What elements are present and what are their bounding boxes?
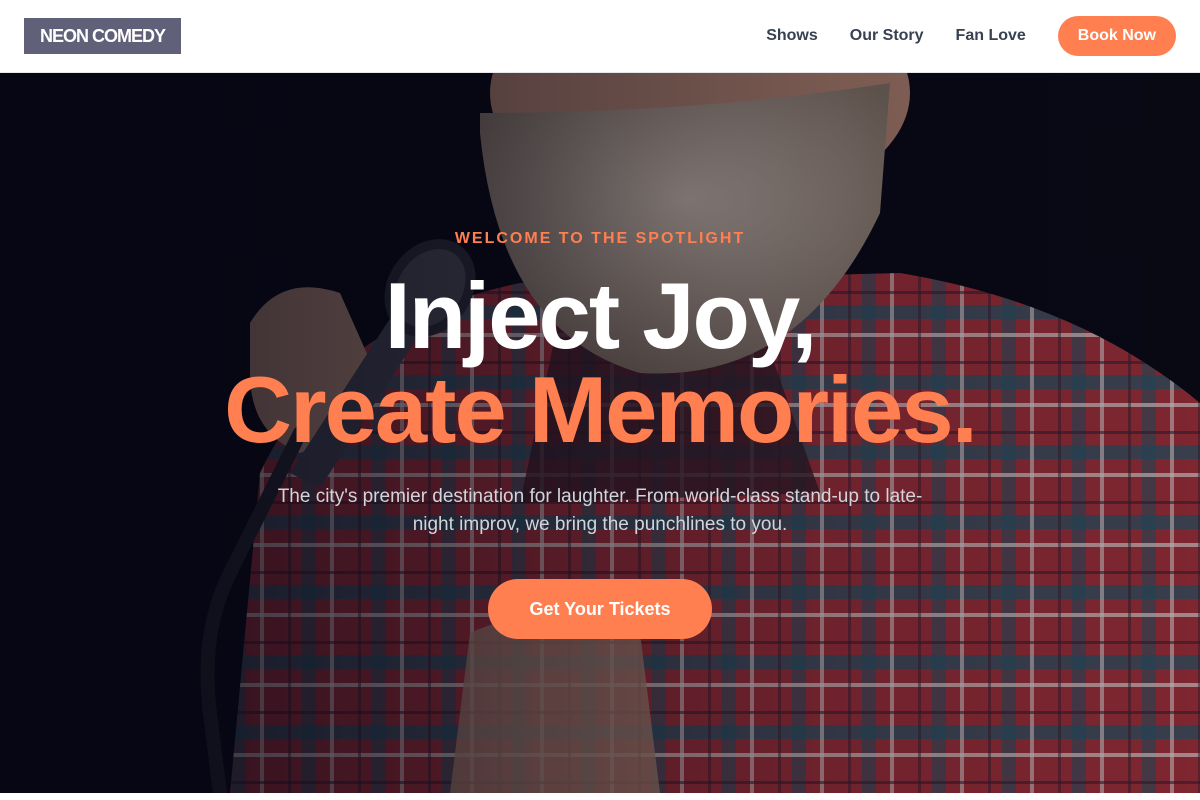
headline-line-2: Create Memories.	[224, 357, 978, 462]
site-header: NEON COMEDY Shows Our Story Fan Love Boo…	[0, 0, 1200, 73]
hero-headline: Inject Joy, Create Memories.	[0, 269, 1200, 457]
book-now-button[interactable]: Book Now	[1057, 16, 1176, 56]
nav-link-shows[interactable]: Shows	[766, 27, 818, 45]
logo[interactable]: NEON COMEDY	[24, 18, 182, 54]
nav-link-our-story[interactable]: Our Story	[850, 27, 924, 45]
get-tickets-button[interactable]: Get Your Tickets	[488, 579, 712, 639]
nav-link-fan-love[interactable]: Fan Love	[956, 27, 1026, 45]
hero-section: WELCOME TO THE SPOTLIGHT Inject Joy, Cre…	[0, 73, 1200, 793]
hero-content: WELCOME TO THE SPOTLIGHT Inject Joy, Cre…	[0, 73, 1200, 793]
hero-subtext: The city's premier destination for laugh…	[277, 486, 923, 535]
headline-line-1: Inject Joy,	[384, 263, 818, 368]
main-nav: Shows Our Story Fan Love Book Now	[766, 16, 1176, 56]
hero-eyebrow: WELCOME TO THE SPOTLIGHT	[454, 230, 746, 247]
